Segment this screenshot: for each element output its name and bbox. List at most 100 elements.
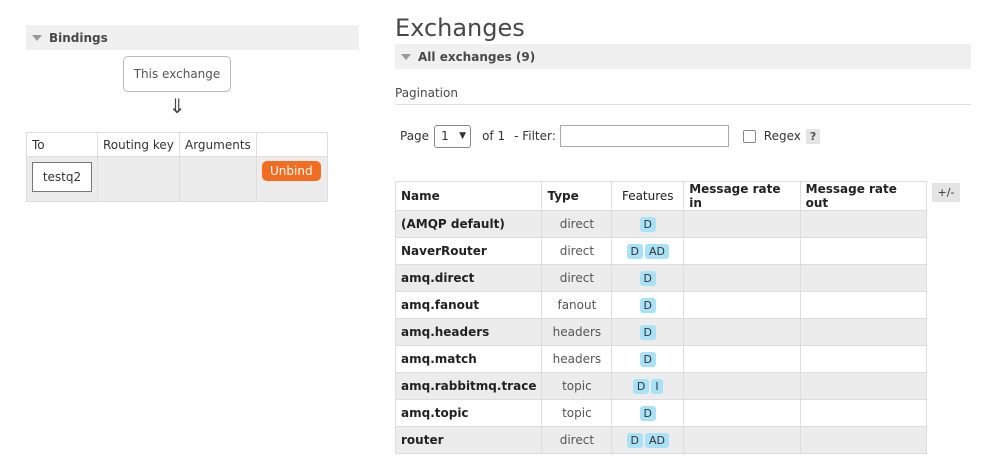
toggle-columns-button[interactable]: +/- [932, 183, 960, 202]
exchanges-table: Name Type Features Message rate in Messa… [394, 181, 928, 454]
exchange-row: amq.topic topic D [394, 399, 928, 427]
exchange-type: fanout [541, 291, 613, 319]
exchange-row: router direct D AD [394, 426, 928, 454]
exchange-row: NaverRouter direct D AD [394, 237, 928, 265]
column-header-routing-key: Routing key [97, 132, 180, 157]
exchange-rate-out [799, 210, 928, 238]
exchange-rate-in [683, 237, 801, 265]
exchange-row: amq.rabbitmq.trace topic D I [394, 372, 928, 400]
exchange-type: direct [541, 210, 613, 238]
exchange-name-link[interactable]: amq.direct [394, 264, 543, 292]
exchange-name-link[interactable]: amq.rabbitmq.trace [394, 372, 543, 400]
exchange-rate-out [799, 237, 928, 265]
exchange-rate-in [683, 291, 801, 319]
exchange-rate-out [799, 372, 928, 400]
exchange-rate-out [799, 399, 928, 427]
column-header-rate-in[interactable]: Message rate in [683, 181, 801, 211]
page-label: Page [400, 129, 430, 143]
exchange-features: D [611, 399, 685, 427]
exchange-rate-out [799, 318, 928, 346]
exchange-features: D [611, 210, 685, 238]
exchange-type: direct [541, 264, 613, 292]
feature-badge[interactable]: AD [645, 243, 669, 259]
collapse-triangle-icon [401, 53, 411, 60]
exchange-name-link[interactable]: amq.fanout [394, 291, 543, 319]
column-header-type[interactable]: Type [541, 181, 613, 211]
filter-label: - Filter: [514, 129, 556, 143]
regex-help-icon[interactable]: ? [805, 128, 821, 144]
exchange-rate-out [799, 426, 928, 454]
all-exchanges-section-header[interactable]: All exchanges (9) [395, 44, 971, 69]
exchange-rate-in [683, 318, 801, 346]
bindings-table: To Routing key Arguments testq2 Unbind [26, 132, 328, 202]
exchange-rate-out [799, 291, 928, 319]
column-header-actions [256, 132, 328, 157]
feature-badge[interactable]: AD [645, 432, 669, 448]
feature-badge[interactable]: D [626, 243, 643, 259]
collapse-triangle-icon [32, 34, 42, 41]
page-select-value: 1 [441, 129, 449, 143]
exchange-row: amq.match headers D [394, 345, 928, 373]
feature-badge[interactable]: D [639, 216, 656, 232]
exchange-features: D [611, 264, 685, 292]
bindings-section-header[interactable]: Bindings [26, 25, 359, 50]
this-exchange-box: This exchange [123, 56, 231, 92]
exchange-row: amq.fanout fanout D [394, 291, 928, 319]
exchange-name-link[interactable]: amq.match [394, 345, 543, 373]
exchange-name-link[interactable]: (AMQP default) [394, 210, 543, 238]
exchange-name-link[interactable]: router [394, 426, 543, 454]
pagination-controls: Page 1 ▼ of 1 - Filter: Regex ? [400, 124, 821, 148]
regex-checkbox[interactable] [742, 129, 756, 143]
feature-badge[interactable]: I [651, 378, 663, 394]
column-header-to: To [26, 132, 98, 157]
this-exchange-label: This exchange [133, 67, 221, 81]
feature-badge[interactable]: D [632, 378, 650, 394]
page-select[interactable]: 1 ▼ [434, 124, 472, 148]
binding-destination-link[interactable]: testq2 [32, 162, 92, 192]
feature-badge[interactable]: D [639, 405, 656, 421]
pagination-label: Pagination [395, 86, 458, 100]
feature-badge[interactable]: D [639, 297, 656, 313]
exchange-row: amq.headers headers D [394, 318, 928, 346]
down-arrow-icon: ⇓ [168, 94, 186, 118]
exchange-type: topic [541, 399, 613, 427]
exchange-row: (AMQP default) direct D [394, 210, 928, 238]
feature-badge[interactable]: D [639, 270, 656, 286]
feature-badge[interactable]: D [626, 432, 643, 448]
binding-arguments-cell [179, 156, 257, 202]
binding-actions-cell: Unbind [256, 156, 328, 202]
exchange-name-link[interactable]: NaverRouter [394, 237, 543, 265]
page-title: Exchanges [395, 14, 525, 42]
unbind-button[interactable]: Unbind [262, 161, 321, 181]
page-count-label: of 1 [482, 129, 506, 143]
bindings-title: Bindings [49, 30, 108, 45]
column-header-features: Features [611, 181, 685, 211]
exchange-rate-out [799, 345, 928, 373]
exchange-rate-in [683, 399, 801, 427]
exchange-rate-in [683, 210, 801, 238]
exchange-row: amq.direct direct D [394, 264, 928, 292]
exchange-rate-in [683, 345, 801, 373]
binding-routing-key-cell [97, 156, 180, 202]
exchange-type: direct [541, 237, 613, 265]
exchange-rate-out [799, 264, 928, 292]
exchange-features: D [611, 291, 685, 319]
column-header-arguments: Arguments [179, 132, 257, 157]
feature-badge[interactable]: D [639, 351, 656, 367]
feature-badge[interactable]: D [639, 324, 656, 340]
exchange-features: D [611, 318, 685, 346]
binding-destination-cell: testq2 [26, 156, 98, 202]
exchange-name-link[interactable]: amq.topic [394, 399, 543, 427]
exchange-name-link[interactable]: amq.headers [394, 318, 543, 346]
regex-label: Regex [763, 129, 801, 143]
all-exchanges-title: All exchanges (9) [418, 49, 536, 64]
column-header-rate-out[interactable]: Message rate out [799, 181, 928, 211]
chevron-down-icon: ▼ [459, 131, 467, 141]
exchange-rate-in [683, 264, 801, 292]
exchange-rate-in [683, 372, 801, 400]
column-header-name[interactable]: Name [394, 181, 543, 211]
filter-input[interactable] [559, 125, 729, 147]
exchange-type: direct [541, 426, 613, 454]
exchange-type: headers [541, 318, 613, 346]
exchange-features: D [611, 345, 685, 373]
